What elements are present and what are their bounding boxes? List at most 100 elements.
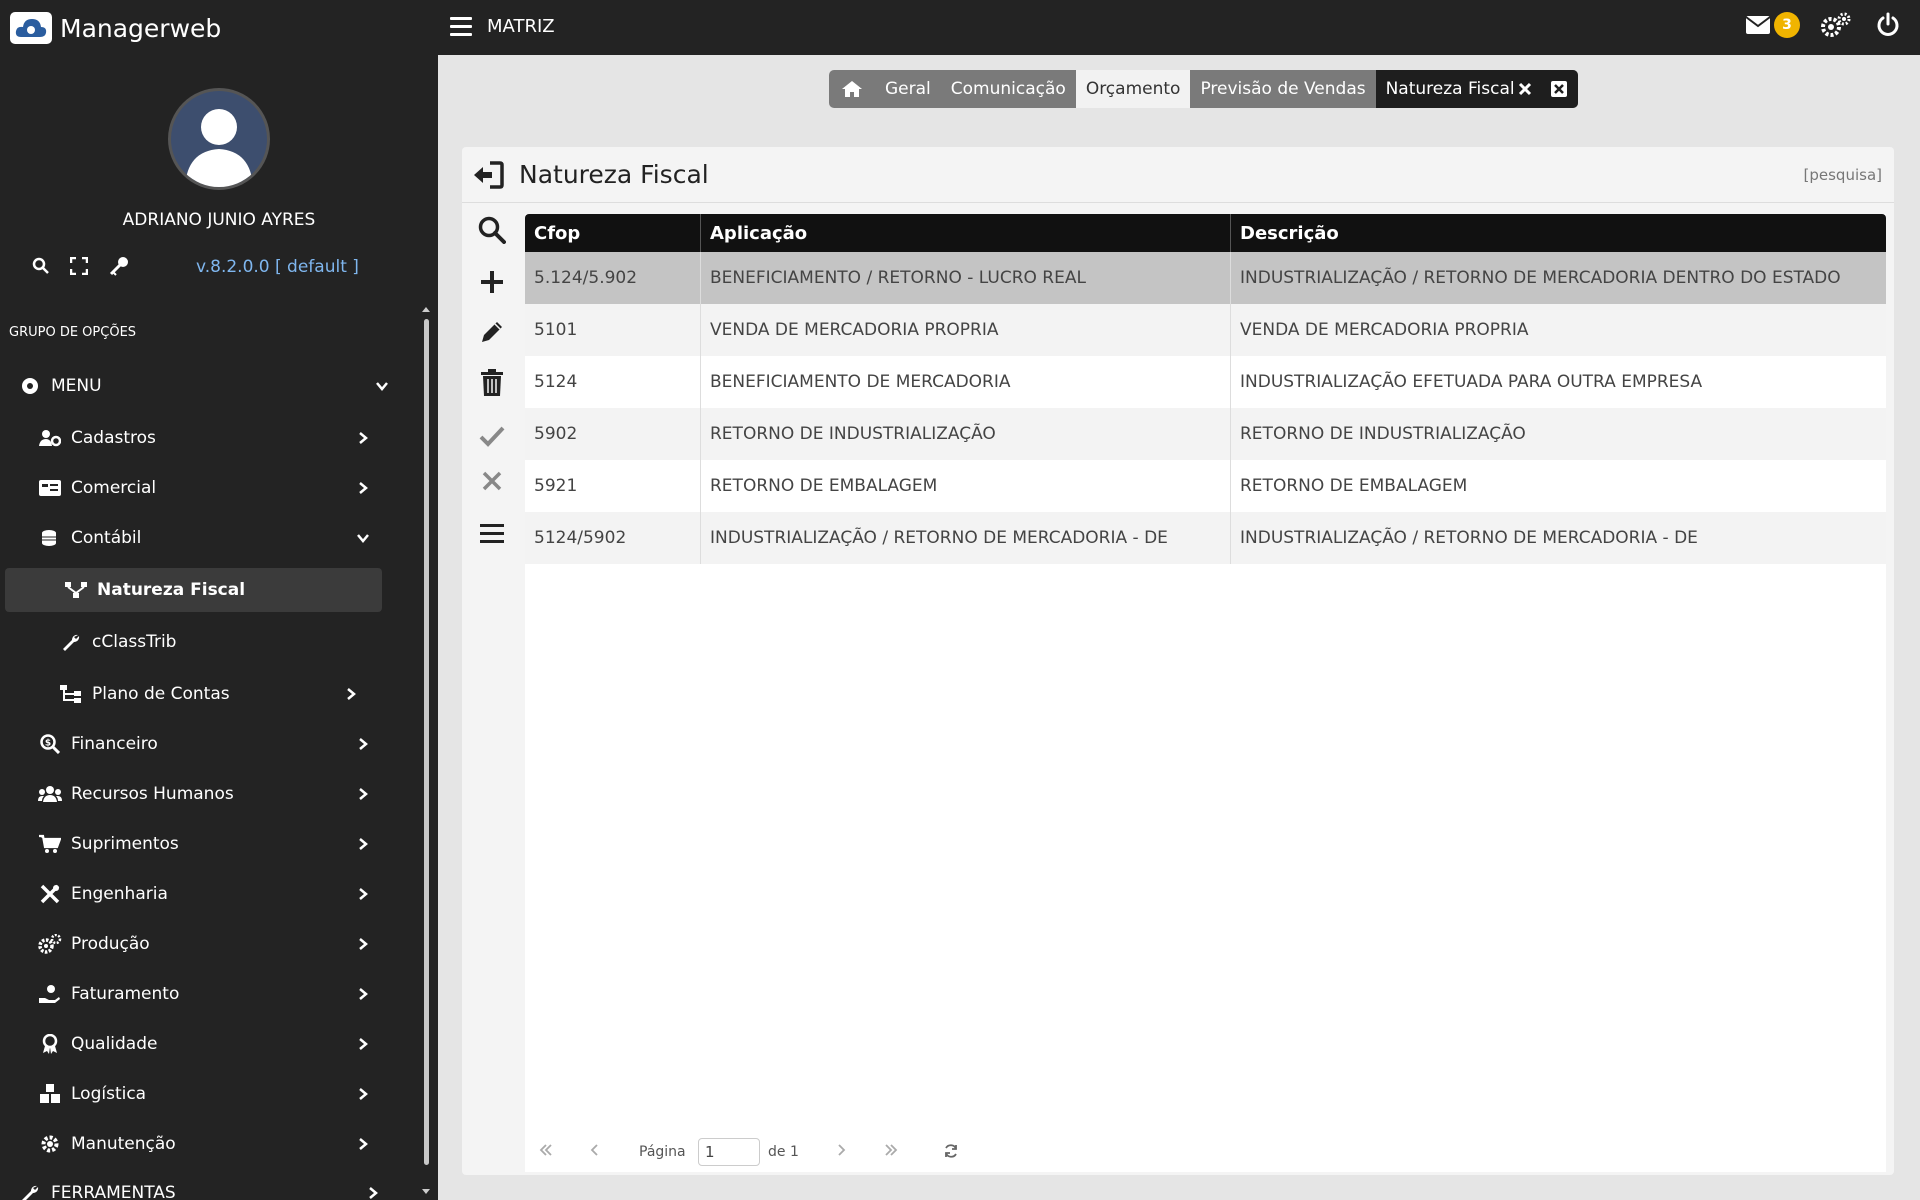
search-button[interactable] xyxy=(476,214,508,246)
tab-geral[interactable]: Geral xyxy=(875,70,941,108)
confirm-button[interactable] xyxy=(476,420,508,452)
boxes-icon xyxy=(37,1084,63,1104)
pagination: Página de 1 xyxy=(525,1134,1886,1170)
page-label: Página xyxy=(639,1144,686,1160)
sidebar-item-ferramentas[interactable]: FERRAMENTAS xyxy=(17,1171,400,1200)
prev-page-icon[interactable] xyxy=(590,1143,600,1157)
sidebar-item-suprimentos[interactable]: Suprimentos xyxy=(37,822,400,866)
list-menu-button[interactable] xyxy=(476,517,508,549)
sidebar-item-financeiro[interactable]: $ Financeiro xyxy=(37,722,400,766)
pencil-icon xyxy=(482,322,502,342)
sidebar-item-faturamento[interactable]: Faturamento xyxy=(37,972,400,1016)
brand[interactable]: Managerweb xyxy=(10,12,221,44)
chevron-right-icon xyxy=(356,480,370,500)
cell-cfop: 5124/5902 xyxy=(525,512,701,564)
wrench-icon xyxy=(58,632,84,652)
search-icon[interactable] xyxy=(32,257,50,275)
table-row[interactable]: 5921 RETORNO DE EMBALAGEM RETORNO DE EMB… xyxy=(525,460,1886,512)
tab-natureza-fiscal[interactable]: Natureza Fiscal xyxy=(1375,70,1578,108)
next-page-icon[interactable] xyxy=(836,1143,846,1157)
column-header-descricao[interactable]: Descrição xyxy=(1231,214,1886,252)
table-row[interactable]: 5.124/5.902 BENEFICIAMENTO / RETORNO - L… xyxy=(525,252,1886,304)
cancel-button[interactable] xyxy=(476,465,508,497)
table-row[interactable]: 5124/5902 INDUSTRIALIZAÇÃO / RETORNO DE … xyxy=(525,512,1886,564)
sidebar-item-plano-de-contas[interactable]: Plano de Contas xyxy=(58,672,400,716)
network-icon xyxy=(63,581,89,599)
cell-aplicacao: RETORNO DE INDUSTRIALIZAÇÃO xyxy=(701,408,1231,460)
cell-cfop: 5921 xyxy=(525,460,701,512)
sidebar-item-menu[interactable]: MENU xyxy=(17,364,400,408)
sidebar-item-cadastros[interactable]: Cadastros xyxy=(37,416,400,460)
tab-previsao-de-vendas[interactable]: Previsão de Vendas xyxy=(1190,70,1375,108)
page-title: Natureza Fiscal xyxy=(519,160,709,189)
hamburger-menu-icon[interactable] xyxy=(450,17,472,37)
sidebar-scrollbar-thumb[interactable] xyxy=(424,319,429,1165)
close-all-icon[interactable] xyxy=(1550,80,1568,98)
home-icon xyxy=(842,81,862,97)
add-button[interactable] xyxy=(476,266,508,298)
fullscreen-icon[interactable] xyxy=(70,257,88,275)
back-icon[interactable] xyxy=(472,161,504,193)
sidebar-item-comercial[interactable]: Comercial xyxy=(37,466,400,510)
logout-button[interactable] xyxy=(1876,12,1900,38)
sidebar-item-label: Cadastros xyxy=(71,428,156,448)
settings-button[interactable] xyxy=(1820,12,1852,38)
column-header-cfop[interactable]: Cfop xyxy=(525,214,701,252)
tab-home[interactable] xyxy=(829,70,875,108)
first-page-icon[interactable] xyxy=(539,1143,553,1157)
sidebar: ADRIANO JUNIO AYRES v.8.2.0.0 [ default … xyxy=(0,55,438,1200)
panel-header: Natureza Fiscal [pesquisa] xyxy=(462,147,1894,203)
sidebar-item-label: MENU xyxy=(51,376,102,396)
chevron-right-icon xyxy=(356,986,370,1006)
scroll-down-icon[interactable] xyxy=(421,1188,431,1196)
key-icon[interactable] xyxy=(108,256,130,276)
power-icon xyxy=(1877,12,1899,36)
sidebar-item-label: Manutenção xyxy=(71,1134,176,1154)
cell-aplicacao: BENEFICIAMENTO / RETORNO - LUCRO REAL xyxy=(701,252,1231,304)
messages-button[interactable]: 3 xyxy=(1745,12,1800,38)
sidebar-item-logistica[interactable]: Logística xyxy=(37,1072,400,1116)
sidebar-item-engenharia[interactable]: Engenharia xyxy=(37,872,400,916)
close-icon[interactable] xyxy=(1518,82,1532,96)
table-row[interactable]: 5902 RETORNO DE INDUSTRIALIZAÇÃO RETORNO… xyxy=(525,408,1886,460)
chevron-right-icon xyxy=(366,1185,380,1200)
sidebar-item-manutencao[interactable]: Manutenção xyxy=(37,1122,400,1166)
tab-orcamento[interactable]: Orçamento xyxy=(1075,70,1191,108)
sidebar-item-label: Comercial xyxy=(71,478,157,498)
cell-descricao: INDUSTRIALIZAÇÃO EFETUADA PARA OUTRA EMP… xyxy=(1240,372,1703,392)
tab-comunicacao[interactable]: Comunicação xyxy=(941,70,1076,108)
sidebar-item-label: Suprimentos xyxy=(71,834,179,854)
sidebar-item-qualidade[interactable]: Qualidade xyxy=(37,1022,400,1066)
grid-header: Cfop Aplicação Descrição xyxy=(525,214,1886,252)
plus-icon xyxy=(481,271,503,293)
sidebar-item-contabil[interactable]: Contábil xyxy=(37,516,400,560)
sidebar-item-cclasstrib[interactable]: cClassTrib xyxy=(58,620,400,664)
table-row[interactable]: 5124 BENEFICIAMENTO DE MERCADORIA INDUST… xyxy=(525,356,1886,408)
sidebar-item-recursos-humanos[interactable]: Recursos Humanos xyxy=(37,772,400,816)
avatar[interactable] xyxy=(168,88,270,190)
refresh-icon[interactable] xyxy=(943,1143,959,1159)
edit-button[interactable] xyxy=(476,316,508,348)
trash-icon xyxy=(481,369,503,396)
cell-cfop: 5902 xyxy=(525,408,701,460)
user-name: ADRIANO JUNIO AYRES xyxy=(122,210,316,230)
users-icon xyxy=(37,785,63,803)
column-header-aplicacao[interactable]: Aplicação xyxy=(701,214,1231,252)
version-label[interactable]: v.8.2.0.0 [ default ] xyxy=(196,257,359,277)
table-row[interactable]: 5101 VENDA DE MERCADORIA PROPRIA VENDA D… xyxy=(525,304,1886,356)
id-card-icon xyxy=(37,480,63,496)
sidebar-item-label: Contábil xyxy=(71,528,142,548)
search-link[interactable]: [pesquisa] xyxy=(1804,166,1882,184)
scroll-up-icon[interactable] xyxy=(421,305,431,313)
sidebar-item-label: cClassTrib xyxy=(92,632,177,652)
app-name: Managerweb xyxy=(60,13,222,43)
tab-bar: Geral Comunicação Orçamento Previsão de … xyxy=(829,70,1578,108)
sidebar-item-producao[interactable]: Produção xyxy=(37,922,400,966)
delete-button[interactable] xyxy=(476,367,508,399)
sidebar-item-label: Plano de Contas xyxy=(92,684,230,704)
page-input[interactable] xyxy=(698,1138,760,1166)
chevron-right-icon xyxy=(356,736,370,756)
sidebar-item-natureza-fiscal[interactable]: Natureza Fiscal xyxy=(5,568,382,612)
last-page-icon[interactable] xyxy=(884,1143,898,1157)
chevron-right-icon xyxy=(356,836,370,856)
